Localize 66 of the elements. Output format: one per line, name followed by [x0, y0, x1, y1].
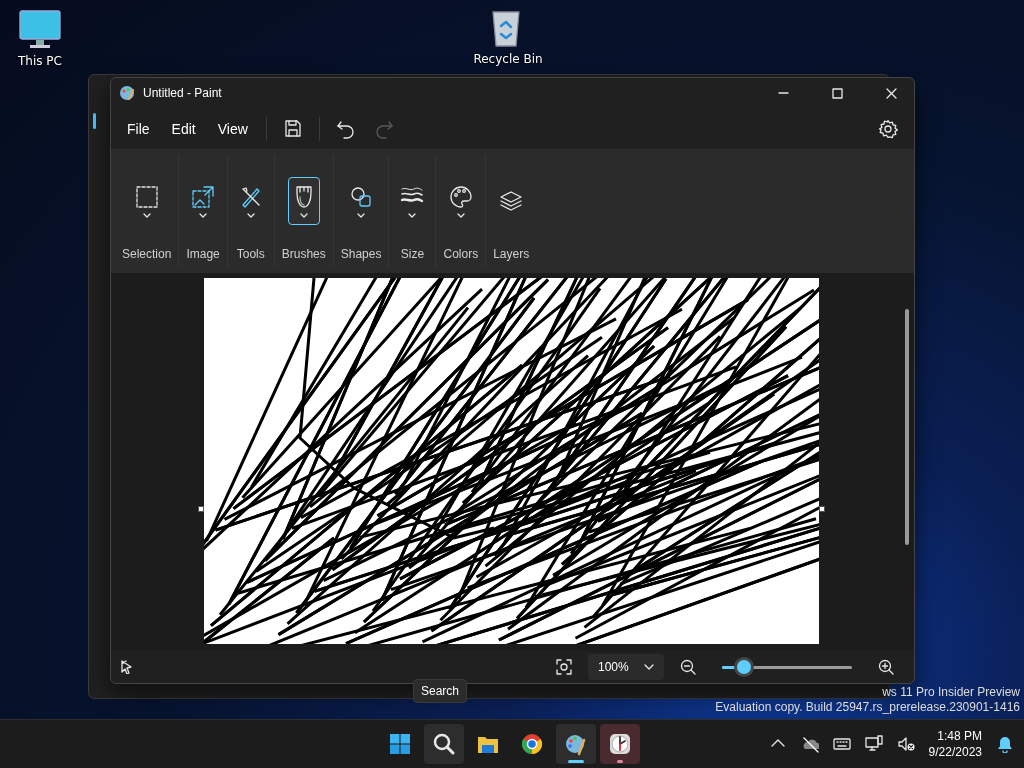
zoom-in-icon: [878, 659, 894, 675]
brushes-button[interactable]: [287, 177, 320, 225]
ribbon-label: Image: [186, 247, 220, 261]
selection-indicator: [93, 113, 96, 129]
watermark-text: ws 11 Pro Insider Preview: [882, 685, 1020, 700]
close-icon: [885, 87, 897, 99]
resize-handle[interactable]: [198, 506, 204, 512]
windows-logo-icon: [388, 732, 412, 756]
clock-icon: [608, 732, 632, 756]
bell-icon: [996, 735, 1014, 753]
menu-item[interactable]: View: [207, 114, 258, 143]
clock-button[interactable]: 1:48 PM 9/22/2023: [926, 728, 984, 760]
ribbon-label: Brushes: [281, 247, 326, 261]
scribble-drawing[interactable]: [204, 278, 819, 644]
layers-icon: [499, 189, 524, 213]
slider-thumb[interactable]: [737, 660, 752, 674]
chevron-down-icon: [456, 212, 465, 218]
palette-icon: [119, 85, 135, 101]
ribbon-label: Tools: [236, 247, 265, 261]
resize-handle[interactable]: [819, 506, 825, 512]
chevron-down-icon: [142, 212, 151, 218]
network-icon: [864, 735, 883, 753]
taskbar-app[interactable]: [600, 724, 640, 764]
browser-icon: [520, 732, 544, 756]
settings-icon: [878, 118, 898, 139]
tooltip: Search: [413, 679, 468, 703]
maximize-icon: [831, 87, 843, 99]
save-icon: [282, 118, 303, 139]
time-text: 1:48 PM: [937, 728, 982, 744]
ribbon-label: Size: [400, 247, 425, 261]
palette-icon: [448, 184, 473, 209]
zoom-dropdown[interactable]: 100%: [588, 654, 664, 680]
chevron-down-icon: [357, 212, 366, 218]
taskbar-app[interactable]: [556, 724, 596, 764]
ribbon-label: Layers: [493, 247, 530, 261]
window-title: Untitled - Paint: [143, 86, 223, 100]
desktop-icon-label[interactable]: Recycle Bin: [473, 52, 543, 66]
palette-icon: [564, 732, 588, 756]
chevron-down-icon: [644, 664, 654, 670]
taskbar-app[interactable]: [424, 724, 464, 764]
image-resize-icon: [191, 184, 216, 209]
desktop-icon-label[interactable]: This PC: [18, 54, 62, 68]
dashed-square-icon: [134, 184, 159, 209]
zoom-out-icon: [680, 659, 696, 675]
menu-item[interactable]: File: [117, 114, 160, 143]
volume-muted-icon: [896, 735, 915, 753]
watermark-text: Evaluation copy. Build 25947.rs_prerelease.230901-1416: [715, 700, 1020, 715]
computer-icon[interactable]: [19, 10, 61, 50]
running-indicator: [617, 760, 623, 763]
date-text: 9/22/2023: [928, 744, 982, 760]
fit-screen-icon: [556, 659, 572, 675]
keyboard-icon: [832, 735, 851, 753]
chevron-down-icon: [199, 212, 208, 218]
pointer-icon: [121, 660, 133, 674]
scrollbar-thumb[interactable]: [905, 309, 909, 545]
chevron-down-icon: [299, 212, 308, 218]
menu-item[interactable]: Edit: [161, 114, 206, 143]
chevron-down-icon: [408, 212, 417, 218]
running-indicator: [568, 760, 584, 763]
ribbon-label: Selection: [122, 247, 172, 261]
ribbon-label: Colors: [443, 247, 479, 261]
search-icon: [432, 732, 456, 756]
chevron-down-icon: [246, 212, 255, 218]
minimize-icon: [777, 92, 789, 94]
shapes-icon: [349, 184, 374, 209]
ribbon-label: Shapes: [340, 247, 382, 261]
